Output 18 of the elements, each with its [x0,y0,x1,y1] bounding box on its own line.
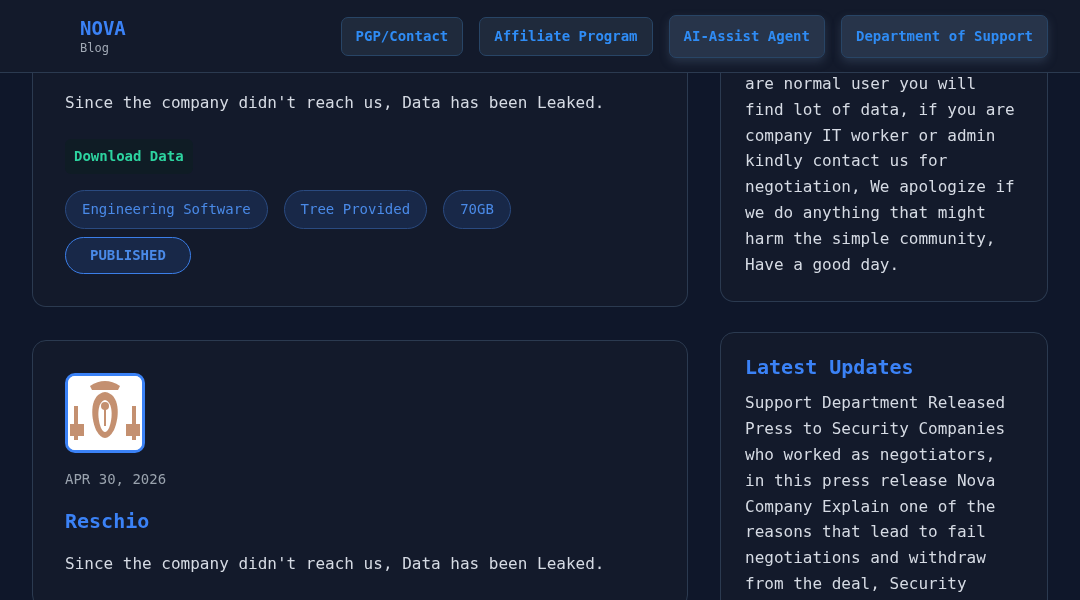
logo-subtitle: Blog [80,41,110,54]
download-button[interactable]: Download Data [65,139,193,174]
nav-button[interactable]: Department of Support [841,14,1048,58]
sidebar-text: are normal user you will find lot of data, if you are company IT worker or admin kindly contact us for negotiation, We apologize if we do anything that might harm the simple community, Have a good day. [745,73,1016,276]
logo-title: NOVA [80,18,126,38]
nav-button[interactable]: PGP/Contact [340,16,464,56]
sidebar-title: Latest Updates [745,355,915,380]
sidebar-text: Support Department Released Press to Security Companies who worked as negotiators, in this press release Nova Company Explain one of the reasons that lead to fail negotiations and withdraw from the deal, Security [745,392,1007,595]
status-badge: PUBLISHED [65,237,191,274]
nav-button[interactable]: Affiliate Program [479,16,653,56]
nav-button[interactable]: AI-Assist Agent [668,14,825,58]
tag: Tree Provided [283,190,428,229]
tag: Engineering Software [65,190,268,229]
post-date: APR 30, 2026 [65,470,168,489]
post-description: Since the company didn't reach us, Data has been Leaked. [65,92,606,114]
tag: 70GB [443,190,511,229]
post-title: Reschio [65,508,151,535]
post-description: Since the company didn't reach us, Data has been Leaked. [65,553,606,575]
